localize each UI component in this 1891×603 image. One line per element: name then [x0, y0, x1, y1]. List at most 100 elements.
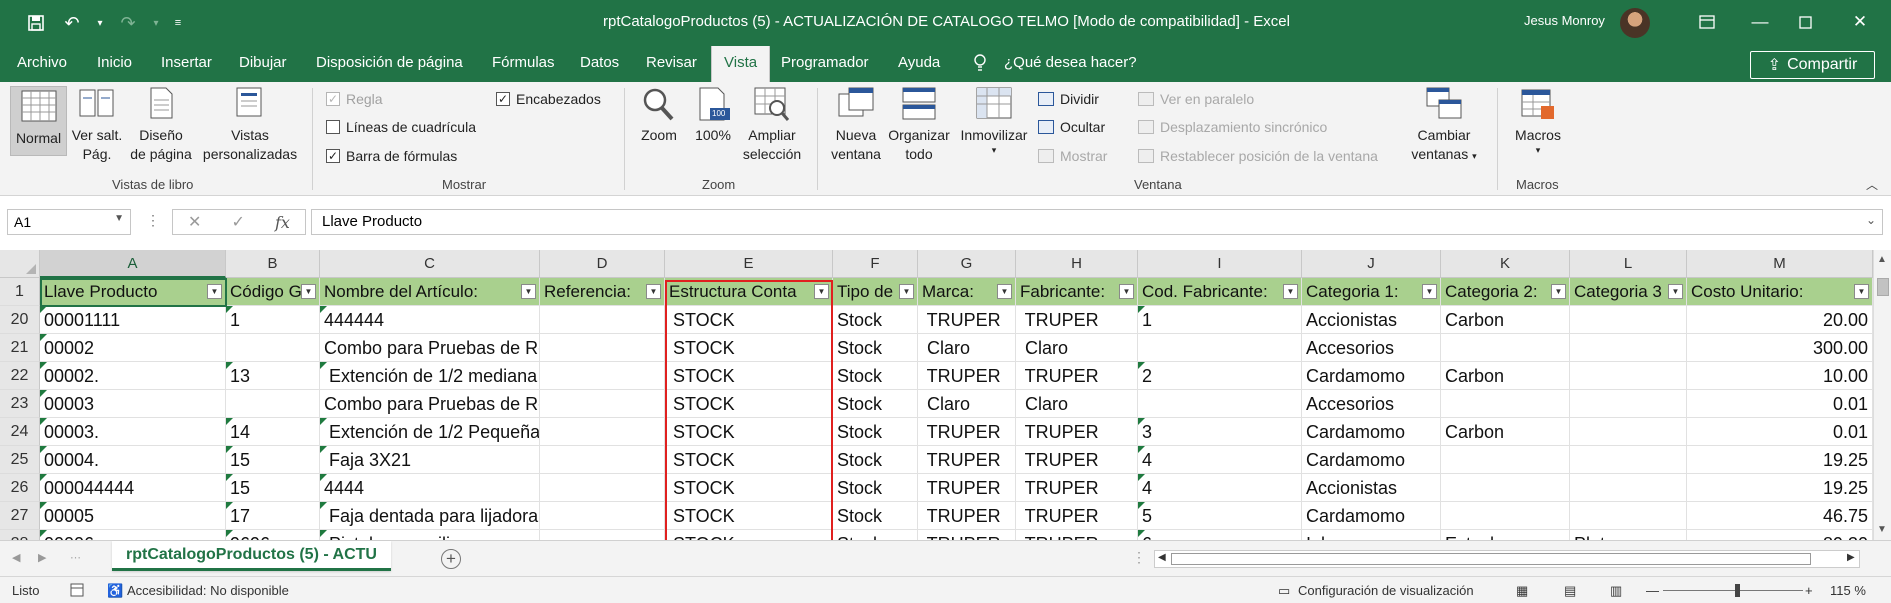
table-cell[interactable]: [1570, 390, 1687, 418]
table-cell[interactable]: Stock: [833, 306, 918, 334]
row-header[interactable]: 24: [0, 418, 40, 446]
row-header[interactable]: 26: [0, 474, 40, 502]
table-cell[interactable]: [1441, 334, 1570, 362]
zoom-in-icon[interactable]: +: [1805, 583, 1813, 598]
table-cell[interactable]: [540, 334, 665, 362]
tab-dibujar[interactable]: Dibujar: [239, 54, 287, 71]
page-break-status-icon[interactable]: ▥: [1610, 583, 1622, 599]
table-cell[interactable]: [540, 530, 665, 540]
table-cell[interactable]: Claro: [918, 334, 1016, 362]
table-cell[interactable]: 00003.: [40, 418, 226, 446]
table-cell[interactable]: [540, 446, 665, 474]
tab-archivo[interactable]: Archivo: [17, 54, 67, 71]
table-cell[interactable]: [540, 390, 665, 418]
table-cell[interactable]: 10.00: [1687, 362, 1873, 390]
table-cell[interactable]: 4444: [320, 474, 540, 502]
table-cell[interactable]: Inbono: [1302, 530, 1441, 540]
row-header[interactable]: 23: [0, 390, 40, 418]
table-cell[interactable]: STOCK: [665, 474, 833, 502]
horizontal-scrollbar[interactable]: ◀ ▶: [1154, 550, 1860, 568]
header-cell[interactable]: Marca: ▼: [918, 278, 1016, 306]
table-cell[interactable]: TRUPER: [918, 446, 1016, 474]
page-break-preview-button[interactable]: Ver salt. Pág.: [70, 86, 124, 164]
table-cell[interactable]: Stock: [833, 334, 918, 362]
table-cell[interactable]: [1570, 474, 1687, 502]
table-cell[interactable]: 444444: [320, 306, 540, 334]
row-header[interactable]: 27: [0, 502, 40, 530]
tell-me-search[interactable]: ¿Qué desea hacer?: [1004, 54, 1137, 71]
table-cell[interactable]: STOCK: [665, 530, 833, 540]
table-cell[interactable]: 00004.: [40, 446, 226, 474]
table-cell[interactable]: [540, 474, 665, 502]
undo-icon[interactable]: ↶: [58, 10, 86, 36]
macros-button[interactable]: Macros ▾: [1506, 86, 1570, 155]
filter-dropdown-icon[interactable]: ▼: [1854, 284, 1869, 299]
tab-programador[interactable]: Programador: [781, 54, 869, 71]
select-all-corner[interactable]: [0, 250, 40, 278]
table-cell[interactable]: 0.01: [1687, 390, 1873, 418]
table-cell[interactable]: Stock: [833, 418, 918, 446]
macro-record-icon[interactable]: [70, 583, 84, 600]
more-sheets-icon[interactable]: ⋯: [70, 551, 81, 564]
zoom-100-button[interactable]: 100 100%: [690, 86, 736, 145]
filter-dropdown-icon[interactable]: ▼: [646, 284, 661, 299]
table-cell[interactable]: Stock: [833, 446, 918, 474]
display-settings-icon[interactable]: ▭: [1278, 583, 1290, 599]
zoom-slider-thumb[interactable]: [1735, 584, 1740, 597]
table-cell[interactable]: Accionistas: [1302, 306, 1441, 334]
header-cell[interactable]: Categoria 1: ▼: [1302, 278, 1441, 306]
customize-qat-icon[interactable]: ≡: [170, 10, 186, 36]
table-cell[interactable]: Carbon: [1441, 362, 1570, 390]
scroll-up-icon[interactable]: ▲: [1877, 254, 1887, 265]
scroll-down-icon[interactable]: ▼: [1877, 524, 1887, 535]
table-cell[interactable]: TRUPER: [1016, 418, 1138, 446]
table-cell[interactable]: 89.30: [1687, 530, 1873, 540]
table-cell[interactable]: 300.00: [1687, 334, 1873, 362]
column-header-h[interactable]: H: [1016, 250, 1138, 278]
column-header-g[interactable]: G: [918, 250, 1016, 278]
table-cell[interactable]: Combo para Pruebas de Replica de Prod: [320, 390, 540, 418]
header-cell[interactable]: Categoria 2: ▼: [1441, 278, 1570, 306]
table-cell[interactable]: Accesorios: [1302, 390, 1441, 418]
user-name[interactable]: Jesus Monroy: [1524, 13, 1605, 28]
table-cell[interactable]: Stock: [833, 530, 918, 540]
filter-dropdown-icon[interactable]: ▼: [1422, 284, 1437, 299]
table-cell[interactable]: 00002: [40, 334, 226, 362]
enter-icon[interactable]: ✓: [232, 212, 245, 232]
tab-formulas[interactable]: Fórmulas: [492, 54, 555, 71]
table-cell[interactable]: STOCK: [665, 418, 833, 446]
column-header-l[interactable]: L: [1570, 250, 1687, 278]
next-sheet-icon[interactable]: ▶: [38, 551, 46, 564]
table-cell[interactable]: 19.25: [1687, 474, 1873, 502]
column-header-a[interactable]: A: [40, 250, 226, 278]
table-cell[interactable]: Combo para Pruebas de Replica de Prod: [320, 334, 540, 362]
column-header-m[interactable]: M: [1687, 250, 1873, 278]
table-cell[interactable]: 3: [1138, 418, 1302, 446]
table-cell[interactable]: [540, 362, 665, 390]
table-cell[interactable]: [1570, 306, 1687, 334]
close-icon[interactable]: ✕: [1835, 6, 1885, 38]
table-cell[interactable]: Stock: [833, 502, 918, 530]
table-cell[interactable]: Extención de 1/2 Pequeña: [320, 418, 540, 446]
table-cell[interactable]: TRUPER: [1016, 530, 1138, 540]
normal-view-button[interactable]: Normal: [10, 86, 67, 156]
table-cell[interactable]: [1138, 334, 1302, 362]
table-cell[interactable]: 00003: [40, 390, 226, 418]
zoom-to-selection-button[interactable]: Ampliar selección: [738, 86, 806, 164]
table-cell[interactable]: [1441, 502, 1570, 530]
header-cell[interactable]: Estructura Conta ▼: [665, 278, 833, 306]
filter-dropdown-icon[interactable]: ▼: [814, 284, 829, 299]
user-avatar[interactable]: [1620, 8, 1650, 38]
vertical-scrollbar[interactable]: ▲ ▼: [1873, 250, 1891, 540]
table-cell[interactable]: 0.01: [1687, 418, 1873, 446]
table-cell[interactable]: TRUPER: [1016, 502, 1138, 530]
table-cell[interactable]: Claro: [1016, 390, 1138, 418]
formula-bar-grip-icon[interactable]: ⋮: [146, 212, 160, 229]
headings-checkbox[interactable]: ✓ Encabezados: [496, 91, 601, 107]
row-header[interactable]: 1: [0, 278, 40, 306]
insert-function-icon[interactable]: fx: [275, 213, 290, 232]
table-cell[interactable]: [1441, 390, 1570, 418]
normal-view-status-icon[interactable]: ▦: [1516, 583, 1528, 599]
filter-dropdown-icon[interactable]: ▼: [1119, 284, 1134, 299]
table-cell[interactable]: 2: [1138, 362, 1302, 390]
